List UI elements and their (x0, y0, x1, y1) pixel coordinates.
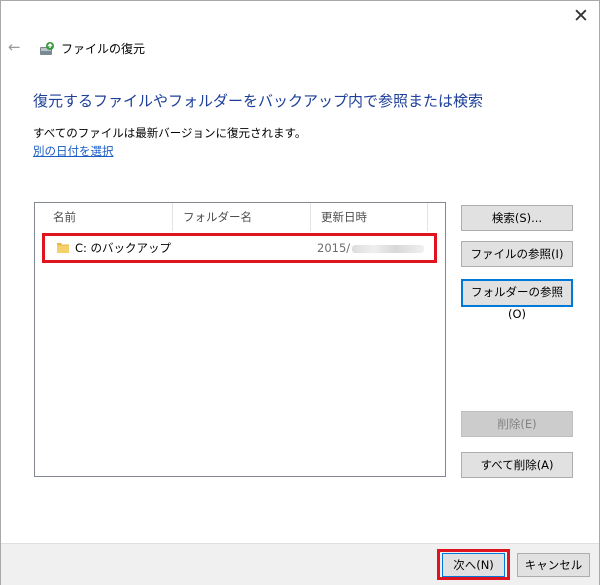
window-title: ファイルの復元 (61, 42, 146, 56)
search-button[interactable]: 検索(S)... (461, 205, 573, 231)
file-restore-window: ✕ ← ファイルの復元 復元するファイルやフォルダーをバックアップ内で参照または… (0, 0, 600, 585)
choose-date-link[interactable]: 別の日付を選択 (33, 144, 114, 158)
browse-folders-button[interactable]: フォルダーの参照(O) (461, 279, 573, 321)
cancel-button[interactable]: キャンセル (517, 553, 590, 577)
back-arrow-icon[interactable]: ← (8, 39, 26, 55)
list-header: 名前 フォルダー名 更新日時 (35, 203, 445, 231)
delete-button[interactable]: 削除(E) (461, 411, 573, 437)
column-header-name[interactable]: 名前 (43, 203, 173, 231)
highlight-box-next (437, 549, 510, 580)
highlight-box-row (42, 233, 437, 263)
page-heading: 復元するファイルやフォルダーをバックアップ内で参照または検索 (33, 92, 484, 110)
delete-all-button[interactable]: すべて削除(A) (461, 452, 573, 478)
close-icon[interactable]: ✕ (568, 5, 594, 27)
column-header-folder[interactable]: フォルダー名 (173, 203, 311, 231)
browse-files-button[interactable]: ファイルの参照(I) (461, 241, 573, 267)
backup-restore-icon (40, 42, 54, 55)
column-header-modified[interactable]: 更新日時 (311, 203, 428, 231)
description-text: すべてのファイルは最新バージョンに復元されます。 (33, 126, 307, 140)
